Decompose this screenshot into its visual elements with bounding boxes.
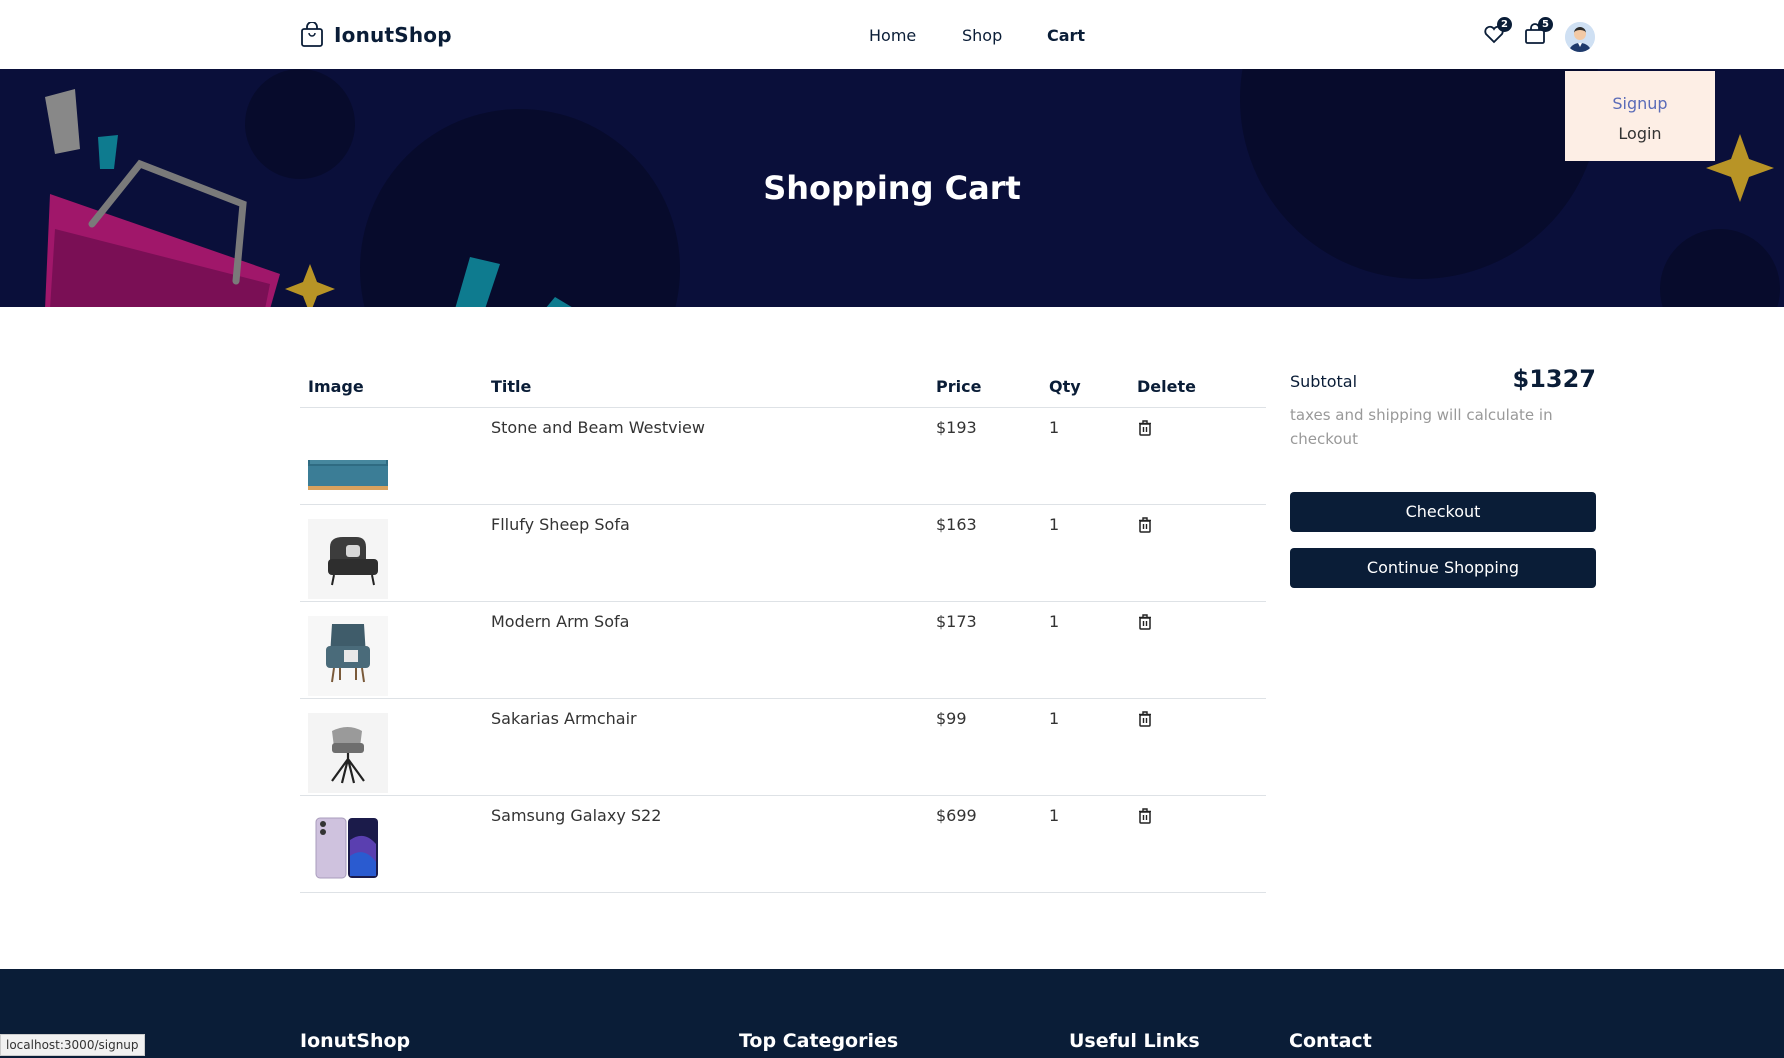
col-header-title: Title	[491, 377, 532, 396]
subtotal-value: $1327	[1512, 365, 1597, 393]
footer-brand: IonutShop	[300, 1030, 411, 1052]
shopping-bag-icon	[301, 22, 323, 47]
product-price: $193	[936, 418, 977, 437]
product-title: Modern Arm Sofa	[491, 612, 630, 631]
product-image-wingchair	[308, 616, 388, 696]
continue-shopping-button[interactable]: Continue Shopping	[1290, 548, 1596, 588]
user-avatar-icon	[1565, 22, 1595, 52]
product-image-chair	[308, 713, 388, 793]
product-image-sofa	[308, 460, 388, 490]
product-title: Samsung Galaxy S22	[491, 806, 662, 825]
brand-name: IonutShop	[334, 23, 452, 47]
product-qty: 1	[1049, 418, 1060, 437]
col-header-qty: Qty	[1049, 377, 1081, 396]
product-qty: 1	[1049, 806, 1060, 825]
footer-useful-links: Useful Links	[1069, 1030, 1200, 1052]
product-price: $99	[936, 709, 967, 728]
col-header-price: Price	[936, 377, 982, 396]
product-qty: 1	[1049, 709, 1060, 728]
checkout-button[interactable]: Checkout	[1290, 492, 1596, 532]
product-price: $163	[936, 515, 977, 534]
product-qty: 1	[1049, 612, 1060, 631]
table-row: Samsung Galaxy S22 $699 1	[300, 796, 1266, 893]
table-row: Stone and Beam Westview $193 1	[300, 408, 1266, 505]
user-avatar[interactable]	[1565, 22, 1595, 52]
cart-count-badge: 5	[1538, 17, 1553, 32]
subtotal-note: taxes and shipping will calculate in che…	[1290, 406, 1553, 448]
product-image-phone	[315, 817, 378, 879]
col-header-delete: Delete	[1137, 377, 1196, 396]
product-price: $173	[936, 612, 977, 631]
hero-banner: Shopping Cart	[0, 69, 1784, 307]
product-title: Sakarias Armchair	[491, 709, 637, 728]
product-qty: 1	[1049, 515, 1060, 534]
col-header-image: Image	[308, 377, 364, 396]
product-image-armchair	[308, 519, 388, 599]
trash-icon[interactable]	[1138, 420, 1152, 436]
signup-link[interactable]: Signup	[1565, 89, 1715, 119]
table-row: Modern Arm Sofa $173 1	[300, 602, 1266, 699]
nav-cart[interactable]: Cart	[1047, 26, 1085, 45]
product-title: Stone and Beam Westview	[491, 418, 705, 437]
footer: IonutShop Top Categories Useful Links Co…	[0, 969, 1784, 1058]
browser-status-bar: localhost:3000/signup	[0, 1034, 145, 1056]
subtotal-label: Subtotal	[1290, 372, 1358, 391]
trash-icon[interactable]	[1138, 808, 1152, 824]
product-price: $699	[936, 806, 977, 825]
user-dropdown-menu: Signup Login	[1565, 71, 1715, 161]
trash-icon[interactable]	[1138, 711, 1152, 727]
brand-logo[interactable]: IonutShop	[300, 22, 452, 48]
table-row: Fllufy Sheep Sofa $163 1	[300, 505, 1266, 602]
nav-shop[interactable]: Shop	[962, 26, 1002, 45]
table-row: Sakarias Armchair $99 1	[300, 699, 1266, 796]
page-title: Shopping Cart	[763, 169, 1021, 207]
wishlist-button[interactable]: 2	[1482, 17, 1512, 48]
cart-button[interactable]: 5	[1523, 17, 1553, 48]
footer-contact: Contact	[1289, 1030, 1372, 1052]
trash-icon[interactable]	[1138, 517, 1152, 533]
product-title: Fllufy Sheep Sofa	[491, 515, 630, 534]
nav-home[interactable]: Home	[869, 26, 916, 45]
wishlist-count-badge: 2	[1497, 17, 1512, 32]
header: IonutShop Home Shop Cart 2 5	[0, 0, 1784, 69]
footer-top-categories: Top Categories	[739, 1030, 899, 1052]
login-link[interactable]: Login	[1565, 119, 1715, 149]
trash-icon[interactable]	[1138, 614, 1152, 630]
